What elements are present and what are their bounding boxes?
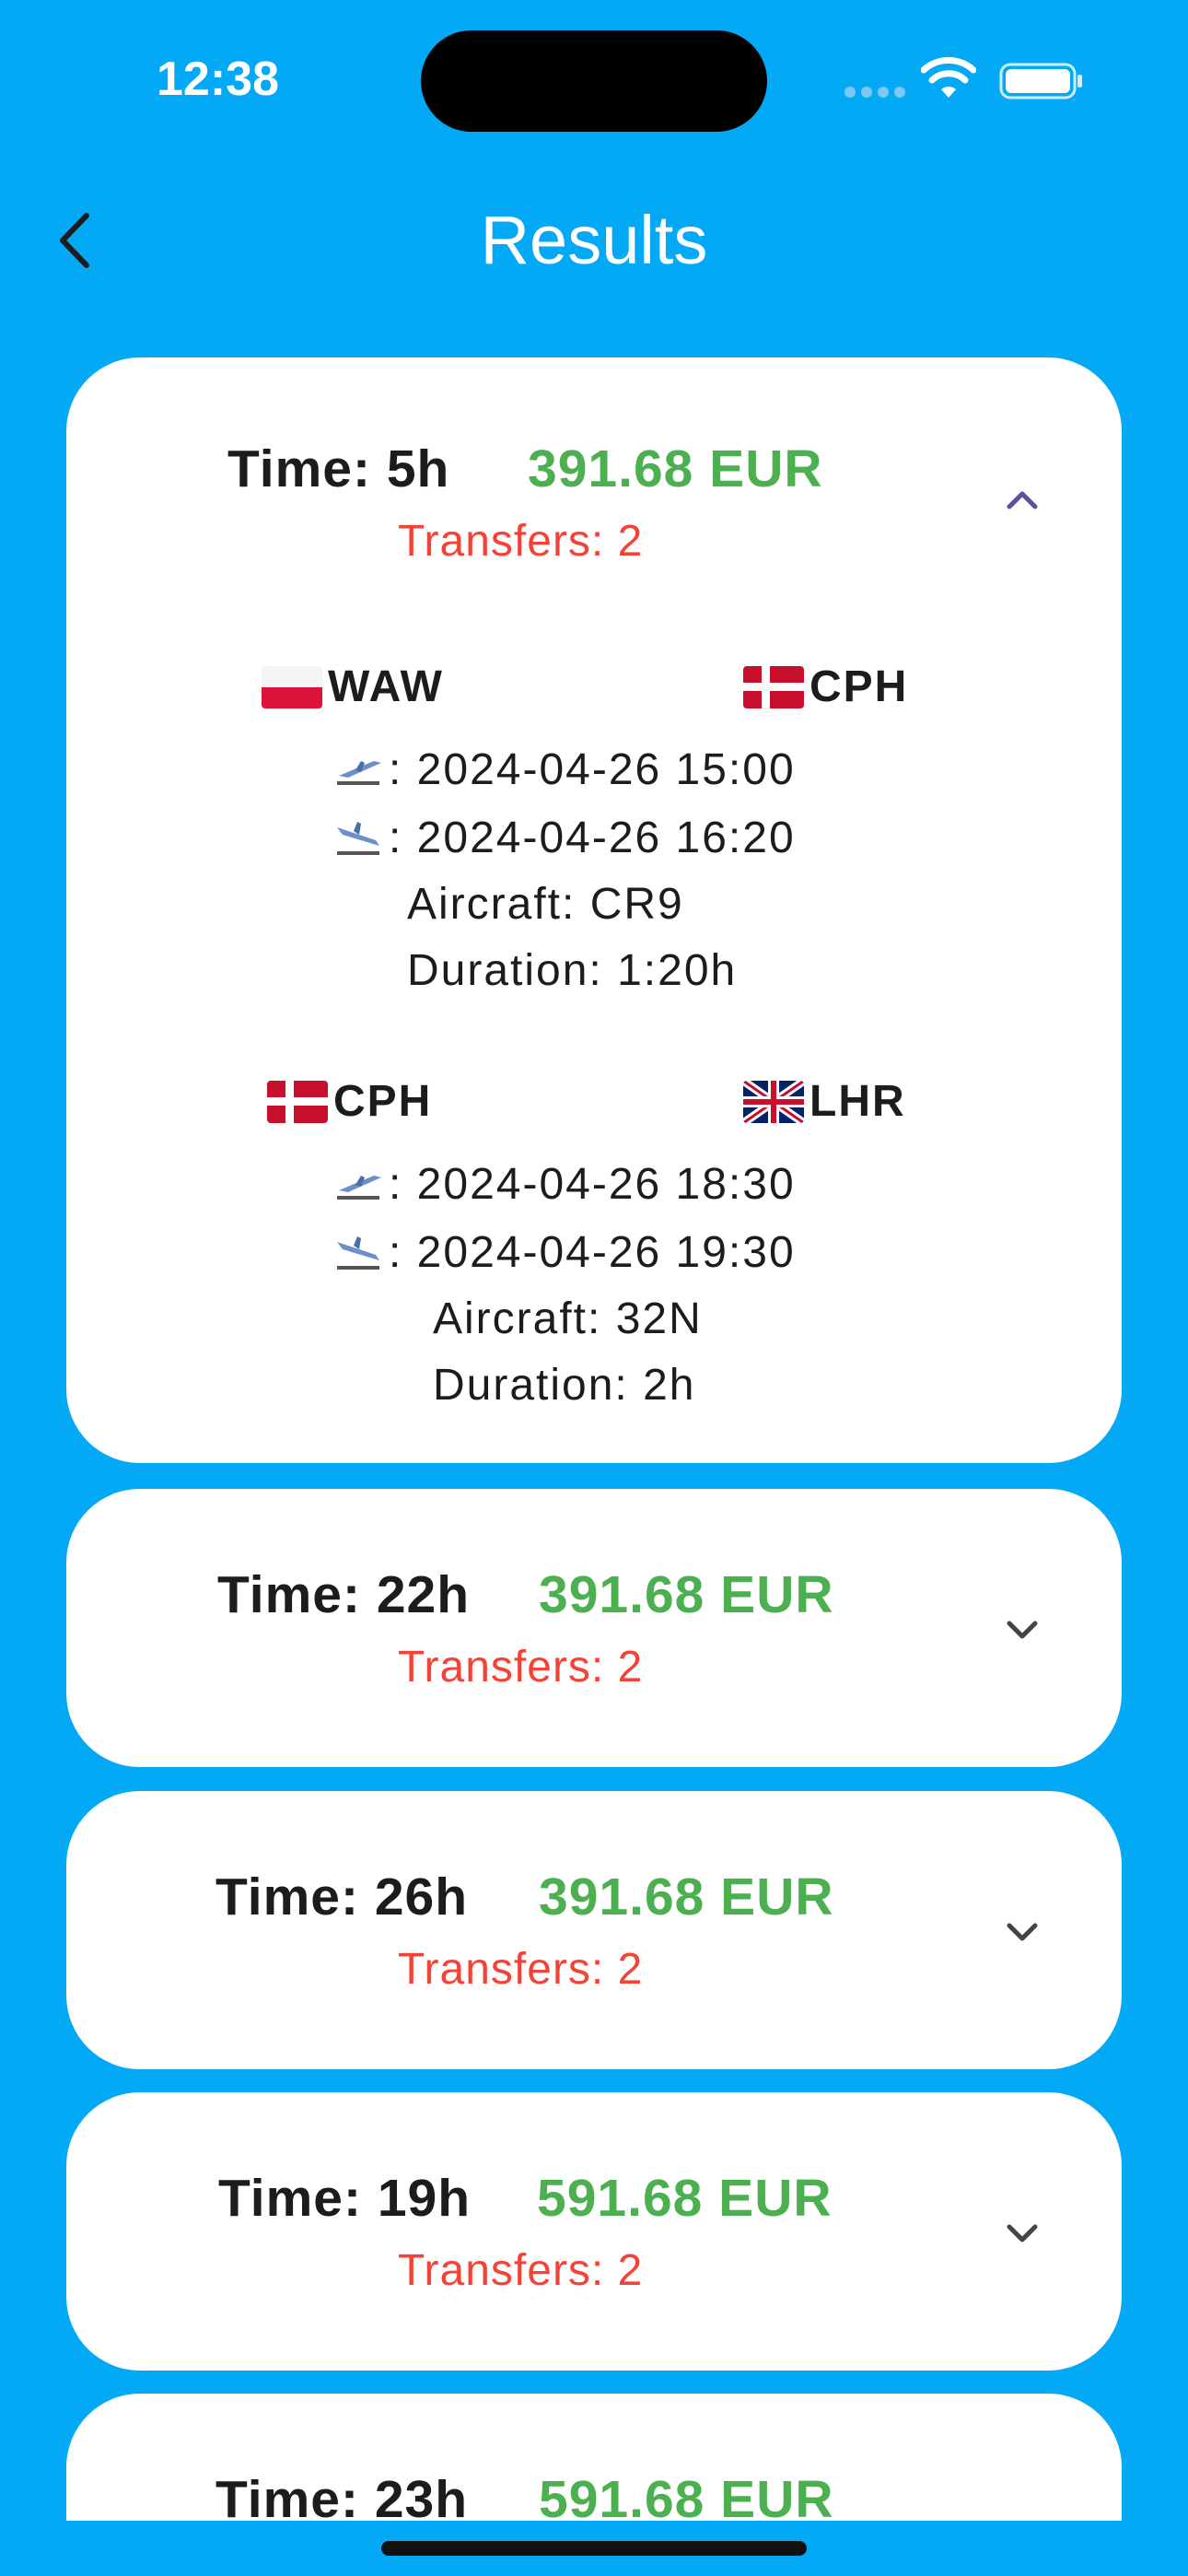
result-card[interactable]: Time: 23h 591.68 EUR [66,2394,1122,2521]
result-card[interactable]: Time: 26h 391.68 EUR Transfers: 2 [66,1791,1122,2069]
origin-code: WAW [328,662,444,711]
airplane-departure-icon [337,1175,381,1200]
duration: Duration: 2h [433,1361,696,1410]
denmark-flag-icon [267,1080,328,1123]
departure-time: : 2024-04-26 15:00 [389,745,796,794]
arrival-line: : 2024-04-26 16:20 [333,813,796,863]
chevron-up-icon[interactable] [1000,477,1044,521]
arrival-time: : 2024-04-26 16:20 [389,814,796,862]
cellular-signal-icon [844,87,905,98]
origin-airport: CPH [267,1076,432,1127]
destination-code: LHR [809,1077,906,1126]
status-bar: 12:38 [0,0,1188,157]
uk-flag-icon [743,1080,804,1123]
travel-time: Time: 19h [218,2169,472,2228]
aircraft: Aircraft: 32N [433,1294,703,1343]
transfers-count: Transfers: 2 [398,1945,644,1994]
price: 391.68 EUR [528,439,823,498]
price: 591.68 EUR [539,2470,834,2521]
price: 591.68 EUR [537,2169,833,2228]
results-list[interactable]: Time: 5h 391.68 EUR Transfers: 2 WAW CPH… [0,350,1188,2521]
transfers-count: Transfers: 2 [398,517,644,566]
page-title: Results [480,202,708,278]
duration: Duration: 1:20h [407,946,738,995]
origin-airport: WAW [262,662,444,712]
home-indicator[interactable] [381,2541,807,2556]
result-card[interactable]: Time: 19h 591.68 EUR Transfers: 2 [66,2092,1122,2371]
airplane-arrival-icon [337,821,379,855]
poland-flag-icon [262,665,322,708]
result-card[interactable]: Time: 5h 391.68 EUR Transfers: 2 WAW CPH… [66,357,1122,1463]
departure-time: : 2024-04-26 18:30 [389,1160,796,1209]
aircraft: Aircraft: CR9 [407,880,684,929]
chevron-down-icon[interactable] [1000,1911,1044,1955]
transfers-count: Transfers: 2 [398,1643,644,1692]
destination-airport: LHR [743,1076,906,1127]
destination-airport: CPH [743,662,908,712]
result-card[interactable]: Time: 22h 391.68 EUR Transfers: 2 [66,1489,1122,1767]
departure-line: : 2024-04-26 15:00 [333,744,796,795]
transfers-count: Transfers: 2 [398,2246,644,2295]
arrival-line: : 2024-04-26 19:30 [333,1227,796,1278]
travel-time: Time: 23h [215,2470,469,2521]
origin-code: CPH [333,1077,433,1126]
travel-time: Time: 5h [227,439,450,498]
dynamic-island [421,30,767,132]
departure-line: : 2024-04-26 18:30 [333,1159,796,1210]
price: 391.68 EUR [539,1868,834,1926]
destination-code: CPH [809,662,909,711]
arrival-time: : 2024-04-26 19:30 [389,1228,796,1277]
price: 391.68 EUR [539,1565,834,1624]
battery-icon [999,63,1082,100]
chevron-down-icon[interactable] [1000,2212,1044,2256]
wifi-icon [921,57,976,98]
travel-time: Time: 26h [215,1868,469,1926]
status-time: 12:38 [157,53,279,106]
chevron-down-icon[interactable] [1000,1609,1044,1653]
travel-time: Time: 22h [217,1565,471,1624]
denmark-flag-icon [743,665,804,708]
airplane-arrival-icon [337,1235,379,1270]
airplane-departure-icon [337,760,381,785]
